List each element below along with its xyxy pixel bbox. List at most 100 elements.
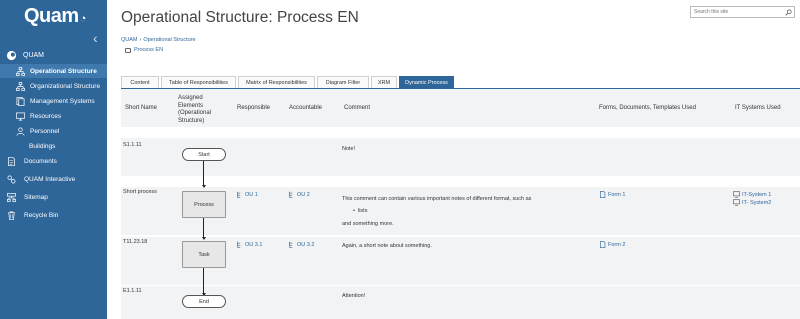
sidebar-item-personnel[interactable]: Personnel: [0, 124, 107, 138]
tab-dynamic-process[interactable]: Dynamic Process: [399, 76, 454, 88]
arrow-down-icon: [201, 237, 206, 240]
tab-xrm[interactable]: XRM: [371, 76, 397, 88]
search-input[interactable]: [691, 9, 783, 15]
trash-icon: [7, 211, 16, 220]
col-header-responsible: Responsible: [237, 105, 271, 111]
sidebar-item-label: Sitemap: [24, 193, 48, 201]
sidebar-item-label: Management Systems: [30, 97, 95, 105]
short-name-cell: Short process: [123, 189, 157, 195]
comment-tail: and something more.: [342, 221, 394, 227]
form-link[interactable]: Form 2: [599, 241, 625, 248]
tab-diagram-filter[interactable]: Diagram Filter: [317, 76, 369, 88]
sidebar-item-recycle-bin[interactable]: Recycle Bin: [0, 208, 107, 222]
tab-table-of-responsibilities[interactable]: Table of Responsibilities: [161, 76, 236, 88]
form-link[interactable]: Form 1: [599, 191, 625, 198]
computer-icon: [733, 191, 740, 198]
flow-task-shape[interactable]: Task: [182, 241, 226, 268]
logo-mark-icon: ◔: [79, 13, 87, 25]
tab-matrix-of-responsibilities[interactable]: Matrix of Responsibilities: [238, 76, 315, 88]
document-stack-icon: [16, 96, 25, 106]
form-label: Form 1: [608, 191, 626, 198]
sidebar-item-label: Buildings: [29, 142, 56, 150]
responsible-label: OU 3.1: [245, 241, 263, 248]
sidebar-item-label: Resources: [30, 112, 62, 120]
sidebar-item-sitemap[interactable]: Sitemap: [0, 190, 107, 204]
sidebar-item-label: Organizational Structure: [30, 82, 101, 90]
col-header-forms: Forms, Documents, Templates Used: [599, 105, 696, 111]
org-unit-icon: [288, 191, 295, 198]
org-unit-icon: [236, 191, 243, 198]
it-system-link[interactable]: IT-System 1: [733, 191, 771, 198]
flow-connector: [203, 161, 204, 186]
org-unit-icon: [288, 241, 295, 248]
accountable-link[interactable]: OU 2: [288, 191, 310, 198]
accountable-label: OU 3.2: [297, 241, 315, 248]
sidebar-item-operational-structure[interactable]: Operational Structure: [0, 64, 107, 78]
quam-logo-icon: [6, 50, 17, 61]
col-header-accountable: Accountable: [289, 105, 323, 111]
sidebar-root-quam[interactable]: QUAM: [6, 48, 113, 62]
org-chart-icon: [16, 66, 25, 76]
arrow-down-icon: [201, 185, 206, 188]
documents-icon: [7, 156, 16, 166]
flow-end-shape[interactable]: End: [182, 295, 226, 308]
document-icon: [599, 241, 606, 248]
accountable-link[interactable]: OU 3.2: [288, 241, 314, 248]
sidebar-item-organizational-structure[interactable]: Organizational Structure: [0, 79, 107, 93]
comment-bullet: • lists: [353, 208, 368, 214]
responsible-link[interactable]: OU 1: [236, 191, 258, 198]
short-name-cell: S1.1.11: [123, 142, 142, 148]
sidebar-item-resources[interactable]: Resources: [0, 109, 107, 123]
logo[interactable]: Quam◔: [24, 5, 86, 28]
col-header-short-name: Short Name: [125, 105, 158, 111]
people-icon: [16, 127, 25, 136]
flow-process-shape[interactable]: Process: [182, 191, 226, 218]
sidebar-item-label: Recycle Bin: [24, 211, 59, 219]
accountable-label: OU 2: [297, 191, 310, 198]
computer-icon: [733, 199, 740, 206]
sidebar-item-management-systems[interactable]: Management Systems: [0, 94, 107, 108]
resources-icon: [16, 112, 25, 121]
breadcrumb: QUAM › Operational Structure: [121, 37, 196, 43]
document-icon: [599, 191, 606, 198]
sidebar-item-label: Operational Structure: [30, 67, 97, 75]
subpage-link[interactable]: Process EN: [125, 47, 163, 53]
sidebar-item-label: Personnel: [30, 127, 60, 135]
breadcrumb-root[interactable]: QUAM: [121, 37, 138, 43]
flow-connector: [203, 268, 204, 294]
search-icon[interactable]: [783, 7, 793, 17]
short-name-cell: T11.23.18: [123, 239, 148, 245]
breadcrumb-separator: ›: [139, 37, 142, 43]
search-box[interactable]: [690, 6, 795, 18]
col-header-comment: Comment: [344, 105, 371, 111]
collapse-chevron-icon[interactable]: ‹: [93, 30, 98, 46]
page-title: Operational Structure: Process EN: [121, 9, 359, 26]
sidebar-item-label: QUAM Interactive: [24, 175, 76, 183]
it-system-link[interactable]: IT- System2: [733, 199, 771, 206]
flow-start-shape[interactable]: Start: [182, 148, 226, 161]
interactive-icon: [7, 175, 16, 184]
form-label: Form 2: [608, 241, 626, 248]
comment-cell: Note!: [342, 146, 356, 152]
comment-bullet-text: lists: [357, 208, 368, 214]
subpage-label: Process EN: [134, 47, 164, 53]
tab-bar: Content Table of Responsibilities Matrix…: [121, 76, 456, 88]
col-header-it: IT Systems Used: [735, 105, 781, 111]
breadcrumb-current[interactable]: Operational Structure: [143, 37, 195, 43]
sidebar-item-quam-interactive[interactable]: QUAM Interactive: [0, 172, 107, 186]
sidebar-item-documents[interactable]: Documents: [0, 154, 107, 168]
sidebar-root-label: QUAM: [23, 51, 44, 59]
it-system-label: IT- System2: [742, 199, 772, 206]
responsible-label: OU 1: [245, 191, 258, 198]
comment-cell: This comment can contain various importa…: [342, 196, 532, 202]
col-header-assigned: Assigned Elements (Operational Structure…: [178, 95, 212, 124]
sitemap-icon: [7, 192, 16, 202]
tab-content[interactable]: Content: [121, 76, 159, 88]
page-icon: [125, 47, 131, 53]
it-system-label: IT-System 1: [742, 191, 772, 198]
org-chart-icon: [16, 81, 25, 91]
comment-cell: Again, a short note about something.: [342, 243, 432, 249]
responsible-link[interactable]: OU 3.1: [236, 241, 262, 248]
org-unit-icon: [236, 241, 243, 248]
sidebar-item-buildings[interactable]: Buildings: [0, 139, 107, 153]
